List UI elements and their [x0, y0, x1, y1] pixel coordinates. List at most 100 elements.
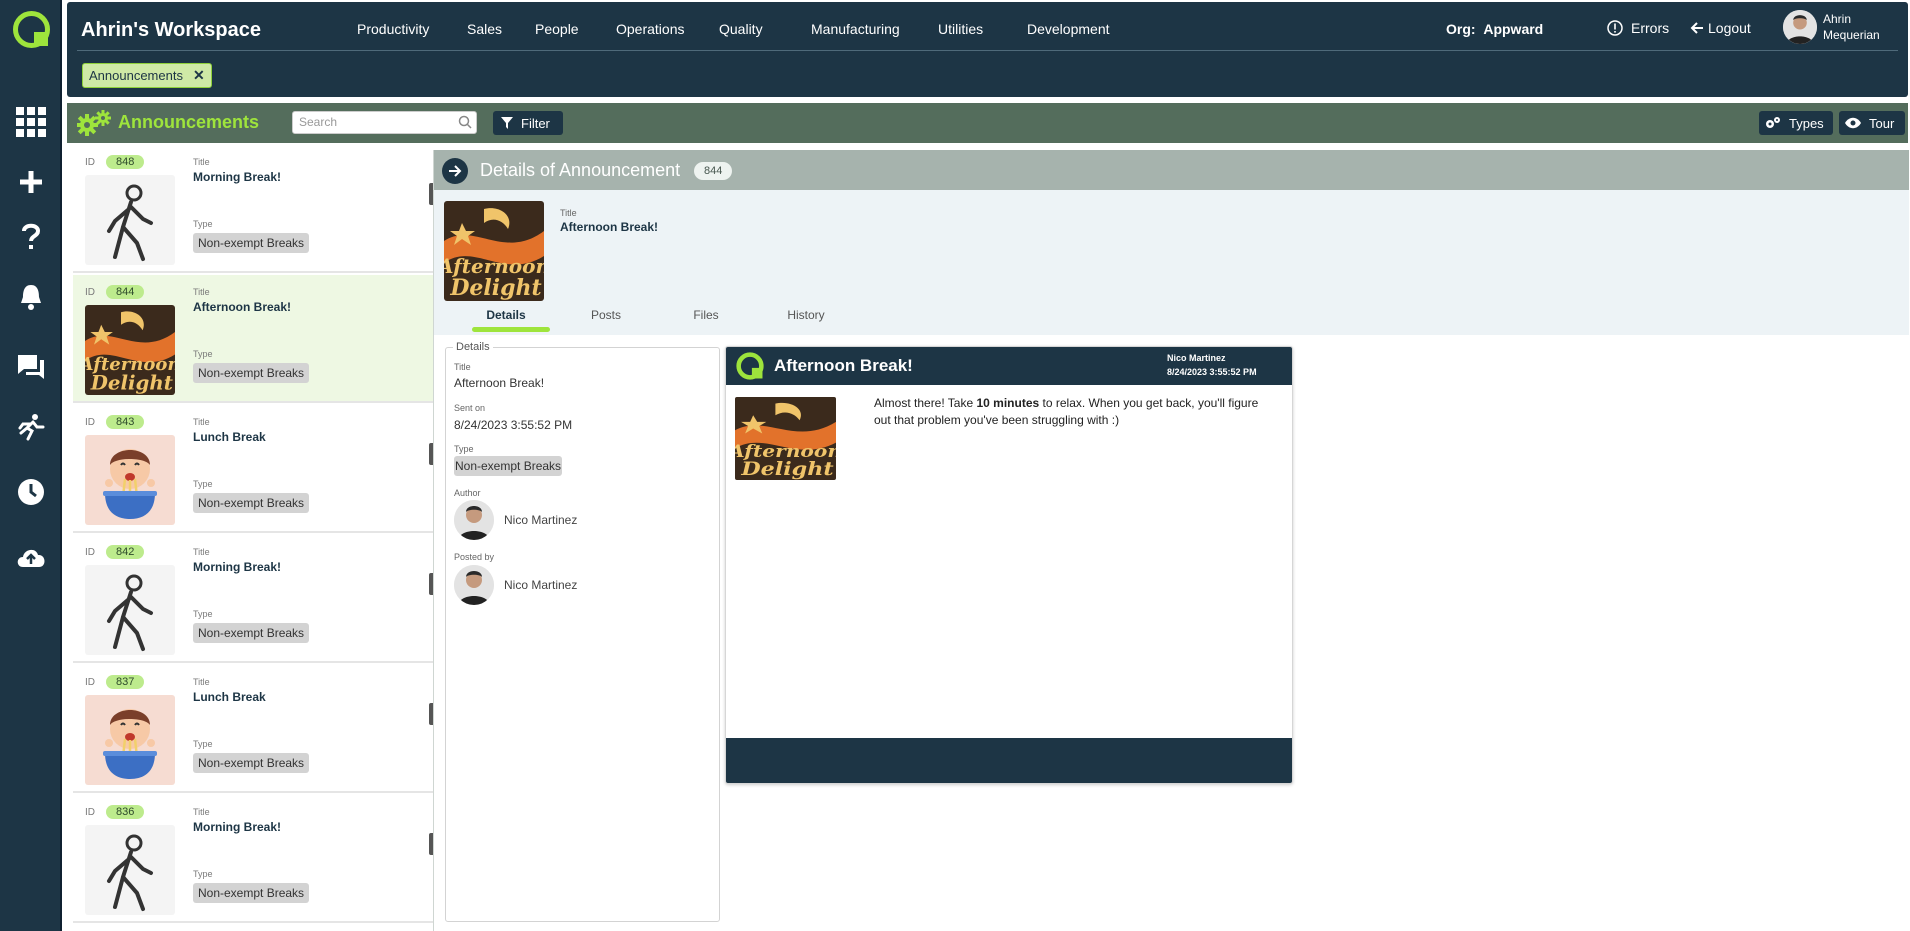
afternoon-delight-image [85, 305, 175, 395]
nav-utilities[interactable]: Utilities [938, 21, 983, 37]
org-label: Org: [1446, 21, 1476, 37]
errors-button[interactable]: Errors [1607, 20, 1669, 36]
author-person[interactable]: Nico Martinez [454, 500, 577, 540]
id-label: ID [85, 417, 95, 428]
card-date: 8/24/2023 3:55:52 PM [1167, 367, 1257, 377]
title-label: Title [193, 157, 210, 167]
plus-icon[interactable] [14, 165, 48, 199]
details-fieldset: Details Title Afternoon Break! Sent on 8… [445, 341, 720, 922]
id-badge: 848 [106, 155, 145, 169]
field-sent-value: 8/24/2023 3:55:52 PM [454, 418, 573, 432]
apps-grid-icon[interactable] [14, 105, 48, 139]
module-toolbar: Announcements Search Filter Types Tour [67, 103, 1908, 143]
field-sent-label: Sent on [454, 403, 486, 413]
detail-id-badge: 844 [694, 162, 733, 180]
type-chip: Non-exempt Breaks [193, 753, 310, 773]
posted-by-person[interactable]: Nico Martinez [454, 565, 577, 605]
clock-icon[interactable] [14, 475, 48, 509]
chat-icon[interactable] [14, 350, 48, 384]
workspace-title: Ahrin's Workspace [81, 19, 261, 41]
type-chip: Non-exempt Breaks [193, 493, 310, 513]
field-type-label: Type [454, 444, 474, 454]
detail-header: Details of Announcement 844 [434, 150, 1909, 190]
avatar [454, 565, 494, 605]
search-icon[interactable] [458, 115, 472, 129]
logout-button[interactable]: Logout [1690, 20, 1751, 36]
list-item[interactable]: ID 848 Title Morning Break! Type Non-exe… [73, 145, 433, 273]
cloud-upload-icon[interactable] [14, 540, 48, 574]
card-author: Nico Martinez [1167, 353, 1226, 363]
filter-icon [501, 117, 513, 129]
search-input[interactable]: Search [292, 111, 477, 134]
collapse-button[interactable] [442, 158, 468, 184]
title-label: Title [193, 677, 210, 687]
id-badge: 843 [106, 415, 145, 429]
id-badge: 842 [106, 545, 145, 559]
list-item[interactable]: ID 842 Title Morning Break! Type Non-exe… [73, 535, 433, 663]
nav-operations[interactable]: Operations [616, 21, 684, 37]
types-button[interactable]: Types [1759, 111, 1833, 135]
runner-icon[interactable] [14, 410, 48, 444]
errors-label: Errors [1631, 20, 1670, 36]
field-type-chip: Non-exempt Breaks [454, 456, 563, 476]
nav-development[interactable]: Development [1027, 21, 1110, 37]
author-name: Nico Martinez [504, 513, 578, 527]
type-label: Type [193, 739, 213, 749]
list-item[interactable]: ID 836 Title Morning Break! Type Non-exe… [73, 795, 433, 923]
type-chip: Non-exempt Breaks [193, 363, 310, 383]
nav-sales[interactable]: Sales [467, 21, 502, 37]
field-title-value: Afternoon Break! [454, 376, 545, 390]
item-title: Lunch Break [193, 430, 266, 444]
filter-button[interactable]: Filter [493, 111, 563, 135]
walking-figure-image [85, 565, 175, 655]
list-item[interactable]: ID 837 Title Lunch Break Type Non-exempt… [73, 665, 433, 793]
org-indicator: Org: Appward [1446, 21, 1543, 37]
field-author-label: Author [454, 488, 481, 498]
detail-heading: Details of Announcement [480, 160, 681, 180]
card-title: Afternoon Break! [774, 356, 913, 375]
msg-bold: 10 minutes [976, 396, 1040, 410]
user-menu[interactable]: Ahrin Mequerian [1783, 10, 1880, 44]
title-label: Title [193, 807, 210, 817]
tab-details[interactable]: Details [456, 308, 556, 332]
avatar [454, 500, 494, 540]
alert-circle-icon [1607, 20, 1623, 36]
avatar [1783, 10, 1817, 44]
open-tab-announcements[interactable]: Announcements ✕ [82, 63, 212, 88]
nav-productivity[interactable]: Productivity [357, 21, 429, 37]
walking-figure-image [85, 175, 175, 265]
type-chip: Non-exempt Breaks [193, 233, 310, 253]
nav-manufacturing[interactable]: Manufacturing [811, 21, 900, 37]
type-label: Type [193, 609, 213, 619]
id-badge: 836 [106, 805, 145, 819]
card-message: Almost there! Take 10 minutes to relax. … [874, 395, 1274, 429]
tab-files[interactable]: Files [656, 308, 756, 332]
top-header: Ahrin's Workspace Productivity Sales Peo… [67, 2, 1908, 97]
noodle-boy-image [85, 695, 175, 785]
type-chip: Non-exempt Breaks [193, 623, 310, 643]
org-value: Appward [1483, 21, 1544, 37]
item-title: Morning Break! [193, 560, 282, 574]
filter-label: Filter [521, 115, 550, 131]
noodle-boy-image [85, 435, 175, 525]
nav-people[interactable]: People [535, 21, 579, 37]
module-title: Announcements [118, 112, 260, 132]
help-icon[interactable] [14, 220, 48, 254]
list-item[interactable]: ID 843 Title Lunch Break Type Non-exempt… [73, 405, 433, 533]
close-icon[interactable]: ✕ [193, 67, 205, 84]
tour-button[interactable]: Tour [1839, 111, 1905, 135]
item-title: Afternoon Break! [193, 300, 292, 314]
afternoon-delight-image [735, 397, 836, 480]
tab-posts[interactable]: Posts [556, 308, 656, 332]
types-label: Types [1789, 115, 1824, 131]
msg-pre: Almost there! Take [874, 396, 977, 410]
left-rail [0, 0, 62, 931]
app-logo-icon[interactable] [13, 11, 50, 48]
arrow-left-icon [1690, 22, 1703, 34]
nav-quality[interactable]: Quality [719, 21, 763, 37]
detail-summary: Title Afternoon Break! Details Posts Fil… [434, 190, 1909, 335]
bell-icon[interactable] [14, 280, 48, 314]
walking-figure-image [85, 825, 175, 915]
list-item[interactable]: ID 844 Title Afternoon Break! Type Non-e… [73, 275, 433, 403]
tab-history[interactable]: History [756, 308, 856, 332]
